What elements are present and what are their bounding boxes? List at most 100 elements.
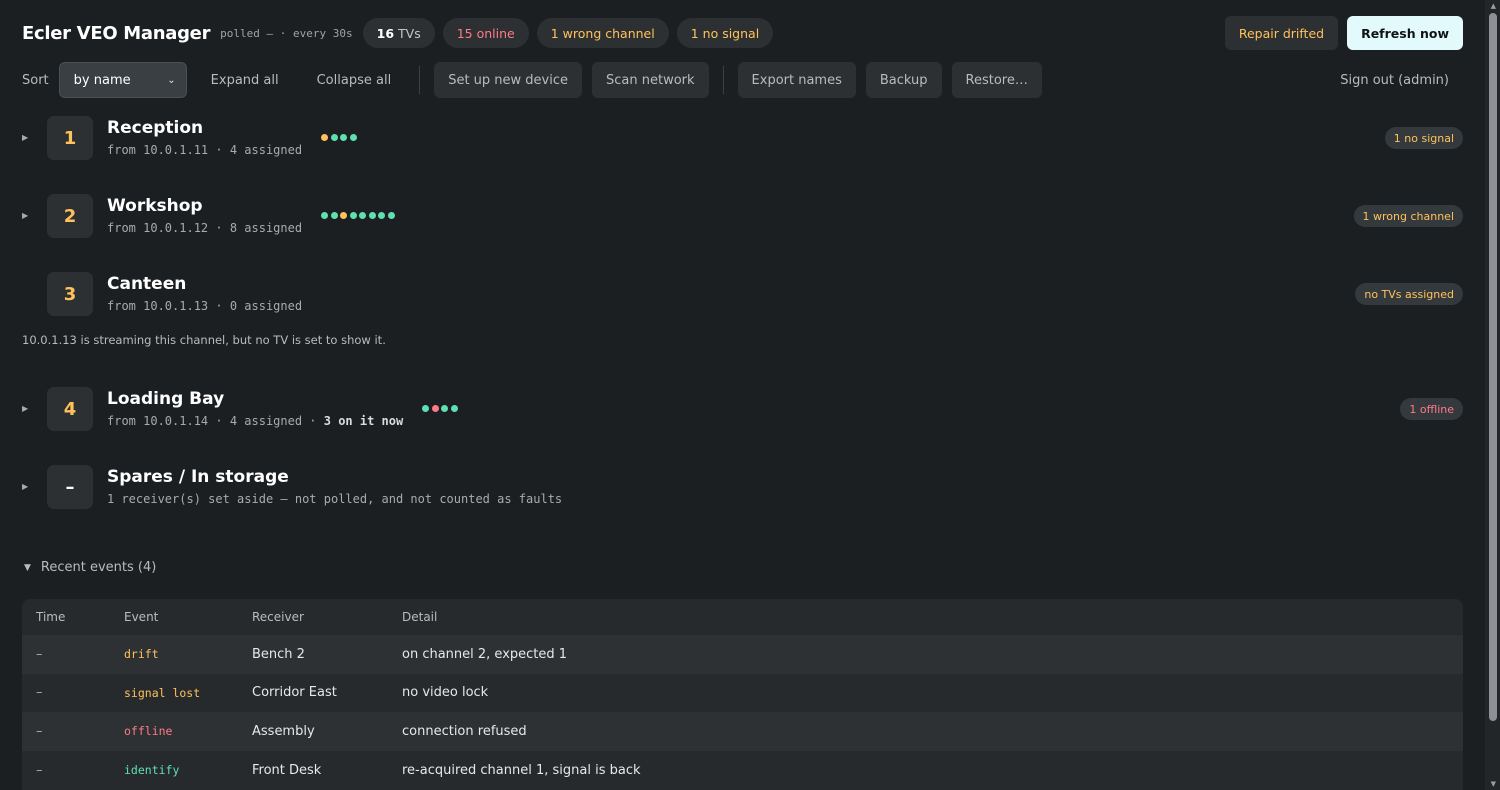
column-header-detail: Detail [402, 610, 438, 624]
receiver-status-dot[interactable] [330, 134, 338, 141]
backup-button[interactable]: Backup [865, 62, 942, 98]
receiver-status-dot[interactable] [441, 405, 448, 412]
channel-row-reception[interactable]: ▶ 1 Reception from 10.0.1.11 · 4 assigne… [22, 116, 1463, 160]
receiver-status-dot[interactable] [450, 405, 458, 412]
events-table-header: Time Event Receiver Detail [22, 599, 1463, 635]
receiver-status-dot[interactable] [431, 405, 439, 412]
receiver-status-dot[interactable] [387, 212, 395, 219]
channel-note: 10.0.1.13 is streaming this channel, but… [22, 333, 386, 347]
scan-network-button[interactable]: Scan network [592, 62, 709, 98]
channel-row-loading-bay[interactable]: ▶ 4 Loading Bay from 10.0.1.14 · 4 assig… [22, 387, 1463, 431]
column-header-time: Time [36, 610, 66, 624]
online-chip[interactable]: 15 online [442, 18, 529, 48]
recent-events-toggle[interactable]: ▼ Recent events (4) [22, 560, 156, 575]
event-receiver: Corridor East [252, 685, 337, 701]
no-signal-chip[interactable]: 1 no signal [676, 18, 774, 48]
toolbar-divider [419, 66, 421, 94]
event-time: – [36, 762, 43, 778]
triangle-right-icon[interactable]: ▶ [22, 482, 28, 491]
receiver-status-dot[interactable] [340, 212, 347, 219]
channel-source-text: from 10.0.1.14 · 4 assigned · [107, 414, 324, 428]
sign-out-link[interactable]: Sign out (admin) [1340, 73, 1449, 88]
event-detail: on channel 2, expected 1 [402, 646, 568, 662]
receiver-status-dot[interactable] [359, 212, 366, 219]
wrong-channel-chip[interactable]: 1 wrong channel [536, 18, 669, 48]
channel-name: Reception [107, 118, 204, 138]
status-badge: no TVs assigned [1355, 283, 1463, 305]
column-header-receiver: Receiver [252, 610, 304, 624]
setup-new-device-button[interactable]: Set up new device [434, 62, 582, 98]
sort-label: Sort [22, 72, 49, 88]
table-row: – drift Bench 2 on channel 2, expected 1 [22, 635, 1463, 674]
triangle-right-icon[interactable]: ▶ [22, 404, 28, 413]
event-type: signal lost [124, 685, 201, 700]
page-scrollbar[interactable]: ▲ ▼ [1485, 0, 1500, 790]
event-type: identify [124, 763, 180, 778]
triangle-down-icon: ▼ [24, 562, 31, 573]
receiver-status-dot[interactable] [321, 134, 328, 141]
sort-select[interactable]: by name ⌄ [58, 62, 187, 98]
event-receiver: Assembly [252, 723, 315, 739]
poll-status: polled – · every 30s [220, 26, 353, 40]
event-receiver: Bench 2 [252, 646, 305, 662]
event-time: – [36, 723, 43, 739]
receiver-status-dots [321, 134, 359, 141]
status-badge: 1 no signal [1384, 127, 1463, 149]
channel-name: Canteen [107, 274, 187, 294]
triangle-right-icon[interactable]: ▶ [22, 211, 28, 220]
channel-name: Spares / In storage [107, 467, 289, 487]
tv-count-chip[interactable]: 16 TVs [362, 18, 435, 48]
repair-drifted-button[interactable]: Repair drifted [1224, 16, 1339, 50]
tv-count-number: 16 [376, 25, 395, 41]
receiver-status-dot[interactable] [330, 212, 338, 219]
tv-count-label: TVs [398, 25, 421, 41]
expand-all-button[interactable]: Expand all [197, 62, 293, 98]
export-names-button[interactable]: Export names [737, 62, 856, 98]
recent-events-label: Recent events (4) [40, 560, 157, 575]
scroll-up-icon[interactable]: ▲ [1491, 2, 1496, 10]
refresh-now-button[interactable]: Refresh now [1347, 16, 1463, 50]
channel-name: Loading Bay [107, 389, 225, 409]
restore-button[interactable]: Restore… [951, 62, 1042, 98]
event-detail: re-acquired channel 1, signal is back [402, 762, 641, 778]
receiver-status-dot[interactable] [378, 212, 385, 219]
status-badge: 1 wrong channel [1353, 205, 1463, 227]
receiver-status-dots [321, 212, 397, 219]
triangle-right-icon[interactable]: ▶ [22, 133, 28, 142]
header-bar: Ecler VEO Manager polled – · every 30s 1… [22, 16, 1463, 50]
channel-source: from 10.0.1.12 · 8 assigned [107, 221, 303, 235]
chevron-down-icon: ⌄ [167, 74, 176, 86]
collapse-all-button[interactable]: Collapse all [303, 62, 406, 98]
event-receiver: Front Desk [252, 762, 322, 778]
app-title: Ecler VEO Manager [22, 22, 211, 44]
channel-source: from 10.0.1.13 · 0 assigned [107, 299, 303, 313]
table-row: – signal lost Corridor East no video loc… [22, 674, 1463, 713]
status-badge: 1 offline [1400, 398, 1463, 420]
table-row: – identify Front Desk re-acquired channe… [22, 751, 1463, 790]
channel-source: from 10.0.1.14 · 4 assigned · 3 on it no… [107, 414, 403, 428]
event-time: – [36, 685, 43, 701]
channel-number: 2 [47, 194, 93, 238]
scroll-down-icon[interactable]: ▼ [1491, 780, 1496, 788]
column-header-event: Event [124, 610, 159, 624]
channel-source: from 10.0.1.11 · 4 assigned [107, 143, 303, 157]
channel-row-workshop[interactable]: ▶ 2 Workshop from 10.0.1.12 · 8 assigned… [22, 194, 1463, 238]
receiver-status-dot[interactable] [321, 212, 328, 219]
event-detail: no video lock [402, 685, 489, 701]
toolbar: Sort by name ⌄ Expand all Collapse all S… [22, 62, 1463, 98]
receiver-status-dot[interactable] [422, 405, 429, 412]
channel-number: 1 [47, 116, 93, 160]
channel-row-spares[interactable]: ▶ – Spares / In storage 1 receiver(s) se… [22, 465, 1463, 509]
receiver-status-dot[interactable] [349, 212, 357, 219]
channel-source: 1 receiver(s) set aside — not polled, an… [107, 492, 563, 506]
event-detail: connection refused [402, 723, 527, 739]
table-row: – offline Assembly connection refused [22, 712, 1463, 751]
channel-number: 3 [47, 272, 93, 316]
receiver-status-dot[interactable] [340, 134, 347, 141]
receiver-status-dot[interactable] [349, 134, 357, 141]
scrollbar-thumb[interactable] [1489, 13, 1497, 721]
channel-row-canteen: 3 Canteen from 10.0.1.13 · 0 assigned no… [22, 272, 1463, 316]
events-table: Time Event Receiver Detail – drift Bench… [22, 599, 1463, 790]
receiver-status-dot[interactable] [368, 212, 376, 219]
event-type: drift [124, 647, 159, 662]
